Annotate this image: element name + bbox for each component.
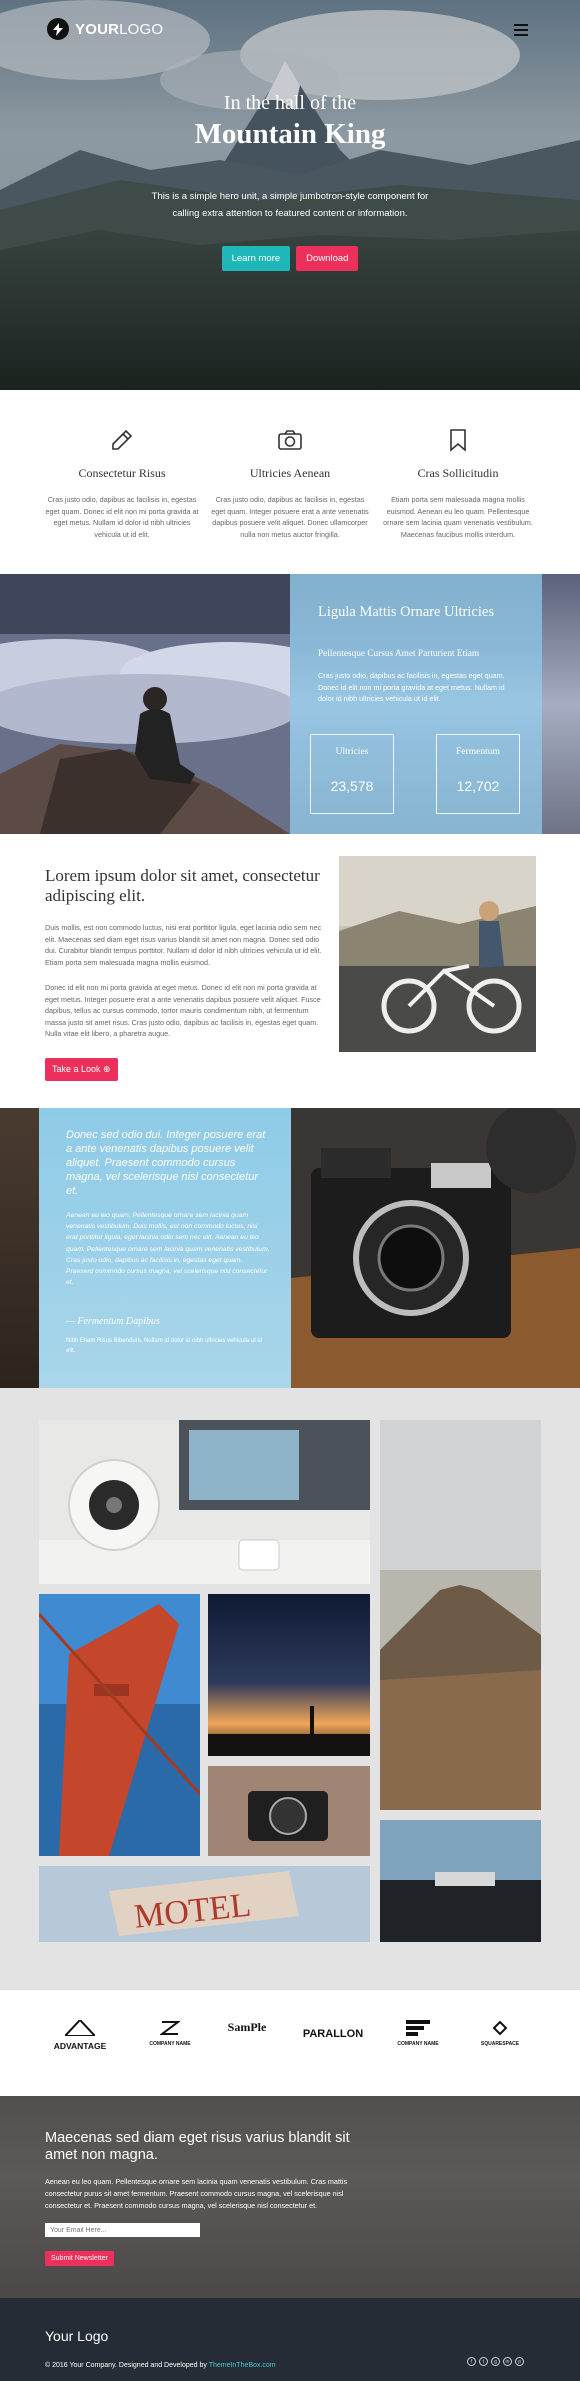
quote-caption: Nibh Etiam Risus Bibendum. Nullam id dol… xyxy=(66,1338,263,1354)
clouds-image-edge xyxy=(542,574,580,834)
gallery-image-plane-wreck[interactable] xyxy=(380,1820,541,1942)
lorem-title: Lorem ipsum dolor sit amet, consectetur … xyxy=(45,866,320,905)
newsletter-text: Aenean eu leo quam. Pellentesque ornare … xyxy=(45,2177,348,2210)
feature-item: Ultricies Aenean Cras justo odio, dapibu… xyxy=(210,428,370,540)
camera-icon xyxy=(210,428,370,454)
gallery-image-sunset[interactable] xyxy=(208,1594,370,1756)
newsletter-title: Maecenas sed diam eget risus varius blan… xyxy=(45,2130,350,2163)
email-field[interactable] xyxy=(45,2223,200,2237)
stat-value: 23,578 xyxy=(330,778,374,794)
brand-logo-company-alt: COMPANY NAME xyxy=(393,2020,443,2047)
pinterest-icon[interactable]: p xyxy=(515,2357,524,2366)
hero-title: Mountain King xyxy=(194,118,386,150)
brand-logo-advantage: ADVANTAGE xyxy=(45,2018,115,2051)
feature-title: Ultricies Aenean xyxy=(249,466,331,480)
clouds-section: Ligula Mattis Ornare Ultricies Pellentes… xyxy=(0,574,580,834)
clouds-subtitle: Pellentesque Cursus Amet Parturient Etia… xyxy=(318,649,480,659)
clouds-text: Cras justo odio, dapibus ac facilisis in… xyxy=(318,671,505,703)
hero-text: This is a simple hero unit, a simple jum… xyxy=(151,191,429,219)
feature-text: Etiam porta sem malesuada magna mollis e… xyxy=(383,495,533,539)
footer: Your Logo © 2016 Your Company. Designed … xyxy=(0,2298,580,2381)
lorem-paragraph: Duis mollis, est non commodo luctus, nis… xyxy=(45,923,322,967)
squarespace-icon xyxy=(492,2020,508,2036)
linkedin-icon[interactable]: in xyxy=(503,2357,512,2366)
footer-logo[interactable]: Your Logo xyxy=(45,2328,108,2344)
logo-text: YOURLOGO xyxy=(75,20,164,38)
quote-panel: Donec sed odio dui. Integer posuere erat… xyxy=(39,1108,291,1388)
clouds-title: Ligula Mattis Ornare Ultricies xyxy=(318,604,494,620)
bars-icon xyxy=(406,2020,430,2036)
site-logo[interactable]: YOURLOGO xyxy=(47,18,163,40)
stat-value: 12,702 xyxy=(456,778,500,794)
quote-body: Aenean eu leo quam. Pellentesque ornare … xyxy=(66,1212,270,1287)
feature-text: Cras justo odio, dapibus ac facilisis in… xyxy=(211,495,369,539)
twitter-icon[interactable]: t xyxy=(479,2357,488,2366)
stat-label: Ultricies xyxy=(335,747,369,757)
google-plus-icon[interactable]: g xyxy=(491,2357,500,2366)
gallery-image-speaker[interactable] xyxy=(39,1420,370,1584)
hero-section: YOURLOGO In the hall of the Mountain Kin… xyxy=(0,0,580,390)
hero-subtitle: In the hall of the xyxy=(223,92,357,114)
bike-girl-image xyxy=(339,856,536,1052)
feature-text: Cras justo odio, dapibus ac facilisis in… xyxy=(45,495,199,539)
stat-box: Ultricies 23,578 xyxy=(310,734,394,814)
gallery-image-motel[interactable]: MOTEL xyxy=(39,1866,370,1942)
man-on-cliff-image xyxy=(0,574,290,834)
brand-logo-parallon: PARALLON xyxy=(302,2028,364,2040)
pencil-icon xyxy=(42,428,202,454)
features-section: Consectetur Risus Cras justo odio, dapib… xyxy=(0,390,580,574)
designer-link[interactable]: ThemeInTheBox.com xyxy=(209,2362,276,2369)
feature-item: Consectetur Risus Cras justo odio, dapib… xyxy=(42,428,202,540)
submit-newsletter-button[interactable]: Submit Newsletter xyxy=(45,2251,114,2266)
feature-title: Consectetur Risus xyxy=(78,466,166,480)
lorem-paragraph: Donec id elit non mi porta gravida at eg… xyxy=(45,983,321,1038)
lorem-section: Lorem ipsum dolor sit amet, consectetur … xyxy=(0,834,580,1108)
gallery-image-volcano[interactable] xyxy=(380,1420,541,1810)
brand-logo-squarespace: SQUARESPACE xyxy=(475,2020,525,2047)
bookmark-icon xyxy=(378,428,538,454)
download-button[interactable]: Download xyxy=(296,246,359,271)
gallery-image-bridge[interactable] xyxy=(39,1594,200,1856)
copyright-text: © 2016 Your Company. Designed and Develo… xyxy=(45,2362,276,2369)
brand-logos-section: ADVANTAGE COMPANY NAME SamPle PARALLON C… xyxy=(0,1990,580,2096)
facebook-icon[interactable]: f xyxy=(467,2357,476,2366)
social-links: f t g in p xyxy=(467,2357,524,2366)
zigzag-icon xyxy=(159,2021,181,2035)
quote-image-edge xyxy=(0,1108,39,1388)
quote-text: Donec sed odio dui. Integer posuere erat… xyxy=(66,1129,266,1197)
hamburger-icon[interactable] xyxy=(514,24,528,36)
hero-buttons: Learn more Download xyxy=(0,246,580,271)
quote-section: Donec sed odio dui. Integer posuere erat… xyxy=(0,1108,580,1388)
stat-label: Fermentum xyxy=(456,747,500,757)
feature-item: Cras Sollicitudin Etiam porta sem malesu… xyxy=(378,428,538,540)
newsletter-section: Maecenas sed diam eget risus varius blan… xyxy=(0,2096,580,2298)
brand-logo-company: COMPANY NAME xyxy=(145,2020,195,2047)
quote-author: — Fermentum Dapibus xyxy=(66,1316,160,1327)
stat-box: Fermentum 12,702 xyxy=(436,734,520,814)
gallery-section: MOTEL xyxy=(0,1388,580,1990)
triangle-icon xyxy=(62,2018,98,2037)
clouds-info-panel: Ligula Mattis Ornare Ultricies Pellentes… xyxy=(290,574,542,834)
gallery-image-camera-hands[interactable] xyxy=(208,1766,370,1856)
bolt-icon xyxy=(47,18,69,40)
take-a-look-button[interactable]: Take a Look ⊕ xyxy=(45,1058,118,1081)
brand-logo-sample: SamPle xyxy=(227,2020,267,2034)
vintage-camera-image xyxy=(291,1108,580,1388)
feature-title: Cras Sollicitudin xyxy=(417,466,499,480)
learn-more-button[interactable]: Learn more xyxy=(221,246,291,271)
